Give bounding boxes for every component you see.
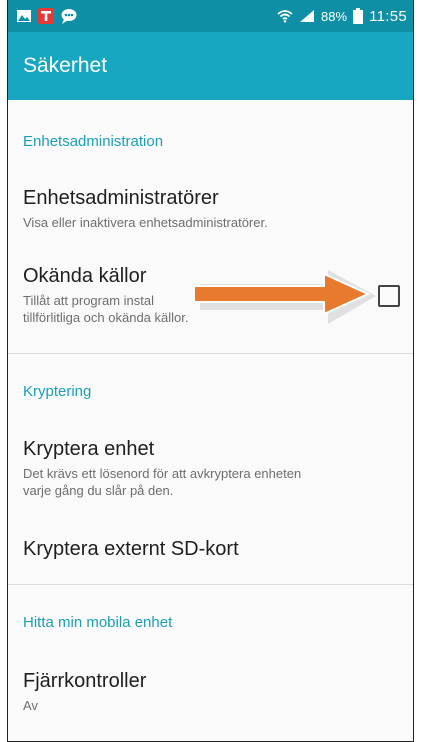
status-bar: 88% 11:55 bbox=[8, 0, 413, 32]
setting-summary: Det krävs ett lösenord för att avkrypter… bbox=[23, 465, 413, 499]
summary-line: Tillåt att program instal bbox=[23, 293, 155, 308]
battery-percent: 88% bbox=[321, 8, 348, 24]
divider bbox=[8, 353, 413, 354]
chat-icon bbox=[60, 8, 80, 24]
setting-title: Fjärrkontroller bbox=[23, 670, 147, 692]
annotation-arrow-icon bbox=[193, 270, 376, 324]
divider bbox=[8, 584, 413, 585]
app-bar: Säkerhet bbox=[8, 32, 413, 100]
setting-summary: Av bbox=[23, 698, 38, 713]
setting-device-administrators[interactable]: Enhetsadministratörer Visa eller inaktiv… bbox=[8, 186, 413, 231]
section-header-find-device: Hitta min mobila enhet bbox=[23, 614, 173, 631]
setting-title: Enhetsadministratörer bbox=[23, 187, 219, 209]
setting-remote-controls[interactable]: Fjärrkontroller Av bbox=[8, 669, 413, 714]
screen-frame: 88% 11:55 Säkerhet Enhetsadministration … bbox=[7, 0, 414, 742]
section-header-device-admin: Enhetsadministration bbox=[23, 133, 164, 150]
signal-icon bbox=[299, 9, 315, 23]
section-header-encryption: Kryptering bbox=[23, 383, 92, 400]
setting-summary: Visa eller inaktivera enhetsadministratö… bbox=[23, 215, 268, 230]
summary-line: varje gång du slår på den. bbox=[23, 483, 174, 498]
setting-title: Kryptera externt SD-kort bbox=[23, 538, 239, 560]
wifi-icon bbox=[277, 9, 293, 23]
setting-title: Kryptera enhet bbox=[23, 438, 155, 460]
setting-encrypt-device[interactable]: Kryptera enhet Det krävs ett lösenord fö… bbox=[8, 437, 413, 499]
clock: 11:55 bbox=[369, 7, 407, 25]
battery-icon bbox=[353, 8, 364, 24]
summary-line: tillförlitliga och okända källor. bbox=[23, 310, 189, 325]
summary-line: Det krävs ett lösenord för att avkrypter… bbox=[23, 466, 302, 481]
unknown-sources-checkbox[interactable] bbox=[378, 285, 400, 307]
page-title: Säkerhet bbox=[23, 54, 108, 77]
gallery-icon bbox=[16, 9, 32, 23]
t-badge-icon bbox=[38, 8, 54, 24]
setting-encrypt-sd-card[interactable]: Kryptera externt SD-kort bbox=[8, 537, 413, 561]
